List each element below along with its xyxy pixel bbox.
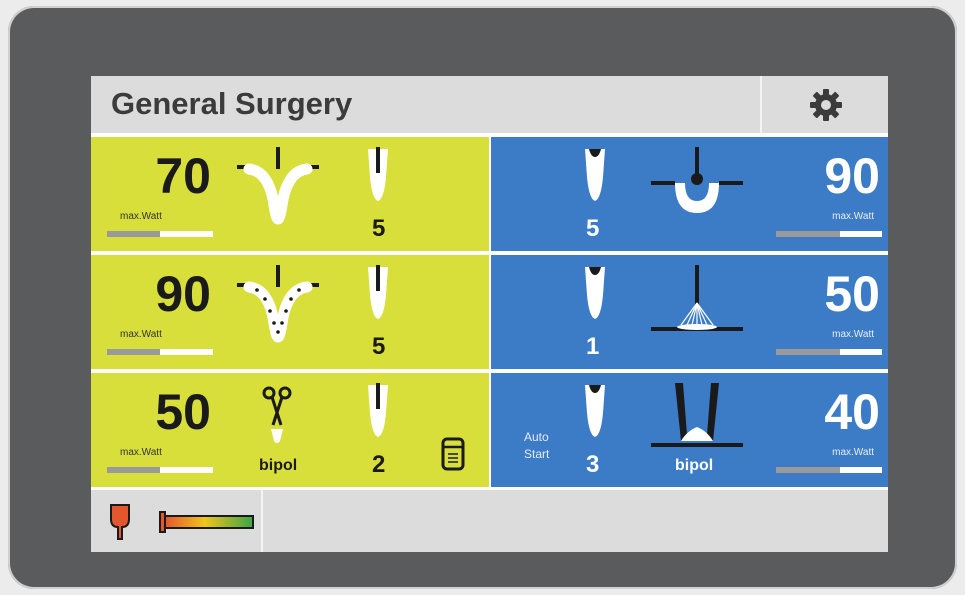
- cut-channel-2[interactable]: 90 max.Watt 5: [91, 255, 489, 369]
- channel-row-2: 90 max.Watt 5 1 50 max.Watt: [91, 255, 888, 369]
- coag-power-unit: max.Watt: [832, 447, 874, 458]
- bipolar-coag-icon: [651, 383, 743, 447]
- electrode-tip-icon: [585, 267, 605, 319]
- coag-channel-3[interactable]: Auto Start 3 bipol 40 max.Watt: [491, 373, 888, 487]
- cut-power-bar: [107, 231, 213, 237]
- cut-power-unit: max.Watt: [120, 211, 162, 222]
- blend-cut-mode-icon: [237, 265, 319, 343]
- contact-quality-gauge-icon: [159, 511, 254, 533]
- auto-start-line-1: Auto: [524, 430, 549, 444]
- device-screen: General Surgery 70 max.Watt 5 5 90 max.W…: [91, 76, 888, 552]
- auto-start-line-2: Start: [524, 447, 550, 461]
- bipolar-mode-label: bipol: [675, 457, 714, 474]
- electrode-tip-icon: [585, 149, 605, 201]
- soft-coag-icon: [651, 147, 743, 213]
- cut-power-unit: max.Watt: [120, 329, 162, 340]
- spray-coag-icon: [651, 265, 743, 331]
- cut-mode-icon: [237, 147, 319, 225]
- coag-power-unit: max.Watt: [832, 329, 874, 340]
- gear-icon: [810, 88, 842, 121]
- footswitch-icon[interactable]: [441, 437, 465, 471]
- cut-effect-level: 2: [372, 451, 386, 478]
- channel-row-1: 70 max.Watt 5 5 90 max.Watt: [91, 137, 888, 251]
- coag-power-unit: max.Watt: [832, 211, 874, 222]
- coag-power-bar: [776, 467, 882, 473]
- cut-effect-level: 5: [372, 333, 386, 360]
- neutral-electrode-icon: [110, 504, 130, 540]
- cut-power-value: 70: [155, 148, 211, 204]
- electrode-tip-icon: [585, 385, 605, 437]
- coag-channel-1[interactable]: 5 90 max.Watt: [491, 137, 888, 251]
- coag-power-value: 90: [824, 148, 880, 204]
- status-footer: [91, 490, 888, 552]
- title-bar: General Surgery: [91, 76, 888, 133]
- auto-start-label: Auto Start: [524, 429, 549, 463]
- coag-power-bar: [776, 349, 882, 355]
- cut-power-bar: [107, 349, 213, 355]
- coag-effect-level: 5: [586, 215, 600, 242]
- coag-power-value: 40: [824, 384, 880, 440]
- coag-effect-level: 3: [586, 451, 600, 478]
- neutral-electrode-status[interactable]: [91, 490, 263, 552]
- bipolar-scissors-icon: [262, 386, 292, 443]
- channel-row-3: 50 max.Watt bipol 2 Auto Start 3 bipol 4…: [91, 373, 888, 487]
- cut-power-bar: [107, 467, 213, 473]
- cut-channel-3[interactable]: 50 max.Watt bipol 2: [91, 373, 489, 487]
- electrode-tip-icon: [368, 147, 388, 201]
- electrode-tip-icon: [368, 265, 388, 319]
- settings-button[interactable]: [760, 76, 888, 133]
- coag-channel-2[interactable]: 1 50 max.Watt: [491, 255, 888, 369]
- cut-power-value: 50: [155, 384, 211, 440]
- coag-effect-level: 1: [586, 333, 600, 360]
- coag-power-bar: [776, 231, 882, 237]
- cut-power-value: 90: [155, 266, 211, 322]
- cut-channel-1[interactable]: 70 max.Watt 5: [91, 137, 489, 251]
- bipolar-mode-label: bipol: [259, 457, 298, 474]
- cut-effect-level: 5: [372, 215, 386, 242]
- electrode-tip-icon: [368, 383, 388, 437]
- program-title: General Surgery: [111, 86, 353, 121]
- coag-power-value: 50: [824, 266, 880, 322]
- cut-power-unit: max.Watt: [120, 447, 162, 458]
